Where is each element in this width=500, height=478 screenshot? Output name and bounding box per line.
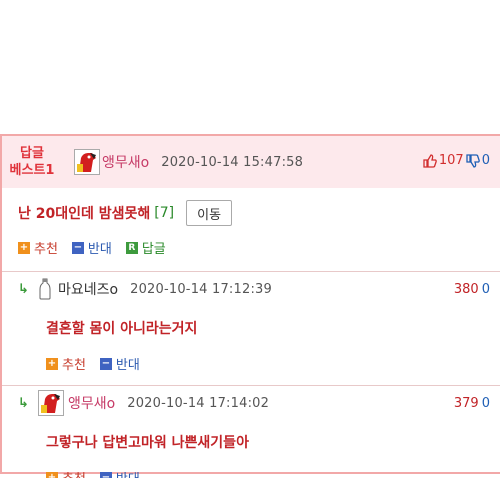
- comment-author[interactable]: 앵무새o: [68, 393, 115, 413]
- post-header: 답글 베스트1 앵무새o 2020-10-14 15:47:58 107 0: [2, 136, 500, 188]
- recommend-button[interactable]: + 추천: [46, 354, 86, 373]
- avatar[interactable]: [38, 390, 64, 416]
- mayo-bottle-icon: [39, 278, 51, 300]
- oppose-label: 반대: [115, 358, 140, 373]
- recommend-label: 추천: [62, 358, 86, 373]
- plus-icon: +: [46, 471, 58, 478]
- oppose-label: 반대: [87, 242, 112, 257]
- thumbs-up-icon[interactable]: [423, 153, 437, 168]
- upvote-count: 107: [438, 153, 464, 168]
- reply-button[interactable]: R 답글: [125, 238, 166, 257]
- comment-downvotes: 0: [481, 395, 490, 411]
- reply-arrow-icon: ↳: [18, 281, 29, 297]
- post-actions: + 추천 − 반대 R 답글: [18, 238, 500, 257]
- parrot-avatar-icon: [39, 391, 63, 415]
- comment-body: 결혼할 몸이 아니라는거지: [46, 321, 198, 337]
- comment-item: ↳ 앵무새o 2020-10-14 17:14:02 379 0 그렇구나 답변고…: [2, 386, 500, 478]
- reply-arrow-icon: ↳: [18, 395, 29, 411]
- oppose-button[interactable]: − 반대: [99, 354, 140, 373]
- recommend-button[interactable]: + 추천: [18, 238, 58, 257]
- best-badge-line1: 답글: [20, 146, 44, 161]
- comment-item: ↳ 마요네즈o 2020-10-14 17:12:39 380 0 결혼할 몸이 …: [2, 272, 500, 373]
- best-reply-panel: 답글 베스트1 앵무새o 2020-10-14 15:47:58 107 0 난…: [0, 134, 500, 478]
- comment-header: ↳ 마요네즈o 2020-10-14 17:12:39 380 0: [18, 274, 500, 304]
- comment-actions: + 추천 − 반대: [46, 354, 500, 373]
- comment-votes: 380 0: [454, 282, 490, 297]
- comment-header: ↳ 앵무새o 2020-10-14 17:14:02 379 0: [18, 388, 500, 418]
- comment-author[interactable]: 마요네즈o: [58, 279, 118, 299]
- minus-icon: −: [71, 241, 84, 254]
- comment-upvotes: 379: [453, 395, 479, 411]
- minus-icon: −: [99, 471, 112, 478]
- post-timestamp: 2020-10-14 15:47:58: [161, 154, 304, 170]
- oppose-label: 반대: [116, 468, 140, 478]
- post-title-row: 난 20대인데 밤샘못해 [7] 이동: [18, 200, 500, 226]
- best-badge: 답글 베스트1: [2, 145, 62, 179]
- plus-icon: +: [18, 241, 30, 254]
- comment-count: [7]: [154, 205, 175, 221]
- comment-timestamp: 2020-10-14 17:14:02: [127, 395, 270, 411]
- post-title[interactable]: 난 20대인데 밤샘못해: [18, 203, 150, 223]
- minus-icon: −: [99, 357, 112, 370]
- parrot-avatar-icon: [75, 150, 99, 174]
- comment-actions: + 추천 − 반대: [46, 468, 500, 478]
- comment-upvotes: 380: [453, 281, 479, 297]
- oppose-button[interactable]: − 반대: [99, 468, 140, 478]
- comment-body: 그렇구나 답변고마워 나쁜새기들아: [46, 435, 249, 451]
- comment-votes: 379 0: [454, 396, 490, 411]
- post-votes: 107 0: [423, 153, 490, 168]
- move-button[interactable]: 이동: [186, 200, 233, 226]
- oppose-button[interactable]: − 반대: [71, 238, 112, 257]
- recommend-label: 추천: [34, 242, 58, 257]
- post-author[interactable]: 앵무새o: [102, 152, 149, 172]
- reply-label: 답글: [141, 242, 166, 257]
- recommend-button[interactable]: + 추천: [46, 468, 86, 478]
- plus-icon: +: [46, 357, 58, 370]
- downvote-count: 0: [481, 153, 490, 168]
- reply-icon: R: [125, 241, 138, 254]
- comment-downvotes: 0: [481, 281, 490, 297]
- thumbs-down-icon[interactable]: [466, 153, 480, 168]
- recommend-label: 추천: [62, 468, 86, 478]
- avatar[interactable]: [74, 149, 100, 175]
- comment-timestamp: 2020-10-14 17:12:39: [130, 281, 272, 297]
- best-badge-line2: 베스트1: [9, 163, 55, 178]
